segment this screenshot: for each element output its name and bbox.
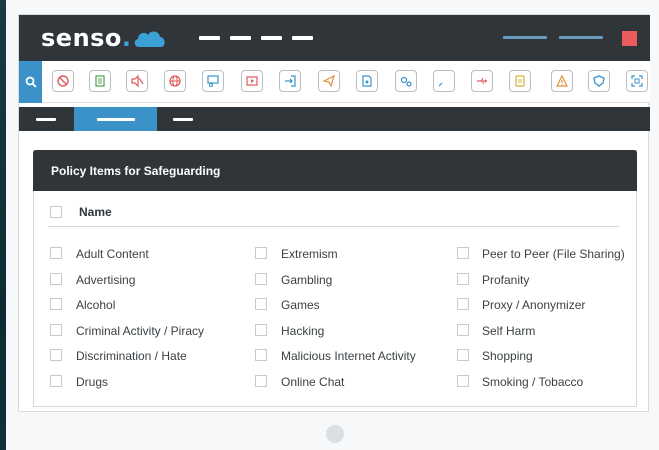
policy-item-checkbox[interactable] xyxy=(255,349,267,361)
list-icon xyxy=(515,75,525,87)
policy-item-label[interactable]: Drugs xyxy=(76,375,108,389)
globe-icon xyxy=(169,75,181,87)
video-icon xyxy=(246,76,258,86)
policy-item-checkbox[interactable] xyxy=(457,349,469,361)
close-button[interactable] xyxy=(622,31,637,46)
file-icon xyxy=(362,75,372,87)
tab-3[interactable] xyxy=(171,107,195,131)
list-button[interactable] xyxy=(509,70,531,92)
policy-item-label[interactable]: Games xyxy=(281,298,320,312)
send-icon xyxy=(322,74,335,88)
policy-item-checkbox[interactable] xyxy=(50,324,62,336)
policy-item-checkbox[interactable] xyxy=(457,247,469,259)
category-toolbar xyxy=(19,61,650,103)
header-link-2[interactable] xyxy=(559,36,603,39)
select-all-checkbox[interactable] xyxy=(50,206,62,218)
shield-button[interactable] xyxy=(588,70,610,92)
document-icon xyxy=(95,75,105,87)
tab-bar xyxy=(19,107,650,131)
policy-item-checkbox[interactable] xyxy=(50,375,62,387)
policy-item-checkbox[interactable] xyxy=(50,349,62,361)
nav-item-3[interactable] xyxy=(261,36,282,40)
scan-icon xyxy=(631,75,643,87)
blocked-icon xyxy=(57,75,69,87)
app-window: senso. Policy Items for Safeguarding Nam… xyxy=(18,14,650,412)
policy-item-label[interactable]: Proxy / Anonymizer xyxy=(482,298,585,312)
warning-button[interactable] xyxy=(551,70,573,92)
policy-item-checkbox[interactable] xyxy=(50,298,62,310)
search-icon xyxy=(25,76,37,88)
policy-item-label[interactable]: Discrimination / Hate xyxy=(76,349,187,363)
gears-icon xyxy=(400,76,412,87)
muted-icon xyxy=(131,74,144,88)
name-column-header[interactable]: Name xyxy=(79,205,112,219)
policy-item-label[interactable]: Advertising xyxy=(76,273,135,287)
rocket-button[interactable] xyxy=(433,70,455,92)
file-button[interactable] xyxy=(356,70,378,92)
policy-item-label[interactable]: Adult Content xyxy=(76,247,149,261)
usb-button[interactable] xyxy=(471,70,493,92)
presentation-button[interactable] xyxy=(202,70,224,92)
login-icon xyxy=(285,75,296,87)
video-button[interactable] xyxy=(241,70,263,92)
policy-item-label[interactable]: Criminal Activity / Piracy xyxy=(76,324,204,338)
login-button[interactable] xyxy=(279,70,301,92)
policy-item-label[interactable]: Shopping xyxy=(482,349,533,363)
policy-item-label[interactable]: Gambling xyxy=(281,273,332,287)
policy-item-checkbox[interactable] xyxy=(457,273,469,285)
policy-item-checkbox[interactable] xyxy=(255,375,267,387)
warning-icon xyxy=(556,74,568,87)
top-bar: senso. xyxy=(19,15,650,61)
policy-item-checkbox[interactable] xyxy=(255,247,267,259)
policy-item-checkbox[interactable] xyxy=(255,298,267,310)
policy-item-checkbox[interactable] xyxy=(457,324,469,336)
globe-button[interactable] xyxy=(164,70,186,92)
scan-button[interactable] xyxy=(626,70,648,92)
policy-item-label[interactable]: Self Harm xyxy=(482,324,535,338)
policy-item-checkbox[interactable] xyxy=(457,298,469,310)
policy-item-label[interactable]: Alcohol xyxy=(76,298,115,312)
policy-item-checkbox[interactable] xyxy=(50,247,62,259)
policy-item-label[interactable]: Extremism xyxy=(281,247,338,261)
policy-item-label[interactable]: Smoking / Tobacco xyxy=(482,375,583,389)
gears-button[interactable] xyxy=(395,70,417,92)
policy-item-label[interactable]: Online Chat xyxy=(281,375,344,389)
policy-item-checkbox[interactable] xyxy=(457,375,469,387)
shield-icon xyxy=(593,75,605,87)
header-links xyxy=(503,36,603,39)
tab-1[interactable] xyxy=(33,107,59,131)
muted-button[interactable] xyxy=(126,70,148,92)
logo[interactable]: senso. xyxy=(41,24,167,52)
policy-item-label[interactable]: Hacking xyxy=(281,324,324,338)
nav-item-2[interactable] xyxy=(230,36,251,40)
policy-panel: Policy Items for Safeguarding Name Adult… xyxy=(33,150,637,407)
search-button[interactable] xyxy=(19,61,42,103)
logo-text: senso xyxy=(41,24,122,52)
policy-item-label[interactable]: Profanity xyxy=(482,273,529,287)
policy-item-label[interactable]: Malicious Internet Activity xyxy=(281,349,416,363)
policy-item-label[interactable]: Peer to Peer (File Sharing) xyxy=(482,247,625,261)
rocket-icon xyxy=(438,82,443,87)
main-nav xyxy=(199,36,313,40)
nav-item-4[interactable] xyxy=(292,36,313,40)
policy-item-checkbox[interactable] xyxy=(255,324,267,336)
tab-2-active[interactable] xyxy=(74,107,157,131)
policy-item-checkbox[interactable] xyxy=(255,273,267,285)
pager-dot[interactable] xyxy=(326,425,344,443)
logo-dot: . xyxy=(121,24,132,52)
cloud-icon xyxy=(134,31,165,47)
header-divider xyxy=(48,226,619,227)
nav-item-1[interactable] xyxy=(199,36,220,40)
usb-icon xyxy=(477,77,487,85)
blocked-button[interactable] xyxy=(52,70,74,92)
send-button[interactable] xyxy=(318,70,340,92)
header-link-1[interactable] xyxy=(503,36,547,39)
panel-title: Policy Items for Safeguarding xyxy=(33,150,637,191)
policy-item-checkbox[interactable] xyxy=(50,273,62,285)
presentation-icon xyxy=(207,75,219,87)
document-button[interactable] xyxy=(89,70,111,92)
